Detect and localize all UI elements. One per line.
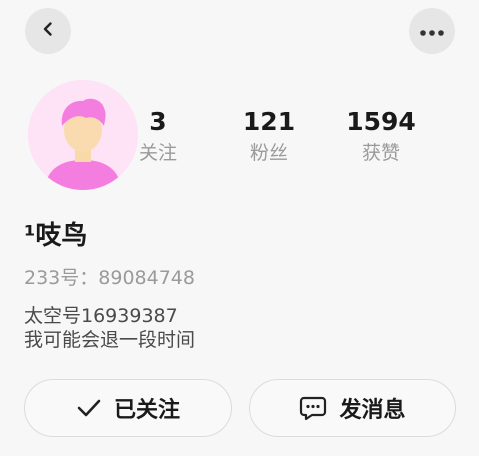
check-icon <box>76 398 102 418</box>
fans-count: 121 <box>242 107 296 136</box>
username: ¹吱鸟 <box>24 221 88 251</box>
send-message-button[interactable]: 发消息 <box>249 379 456 437</box>
chat-bubble-icon <box>299 395 327 421</box>
more-horizontal-icon <box>419 22 445 41</box>
followed-label: 已关注 <box>113 398 180 423</box>
user-id: 233号：89084748 <box>24 267 195 289</box>
bio-line: 我可能会退一段时间 <box>24 329 196 351</box>
stat-following[interactable]: 3 关注 <box>113 106 203 166</box>
stat-fans[interactable]: 121 粉丝 <box>224 106 314 166</box>
likes-count: 1594 <box>346 107 416 136</box>
followed-button[interactable]: 已关注 <box>24 379 232 437</box>
stat-likes[interactable]: 1594 获赞 <box>336 106 426 166</box>
likes-label: 获赞 <box>361 142 400 164</box>
following-count: 3 <box>149 107 167 136</box>
bio-line: 太空号16939387 <box>24 305 178 327</box>
bio: 太空号16939387 我可能会退一段时间 <box>24 304 195 352</box>
fans-label: 粉丝 <box>249 142 288 164</box>
send-message-label: 发消息 <box>339 398 406 423</box>
chevron-left-icon <box>40 21 56 41</box>
back-button[interactable] <box>25 8 71 54</box>
following-label: 关注 <box>138 142 177 164</box>
more-options-button[interactable] <box>409 8 455 54</box>
